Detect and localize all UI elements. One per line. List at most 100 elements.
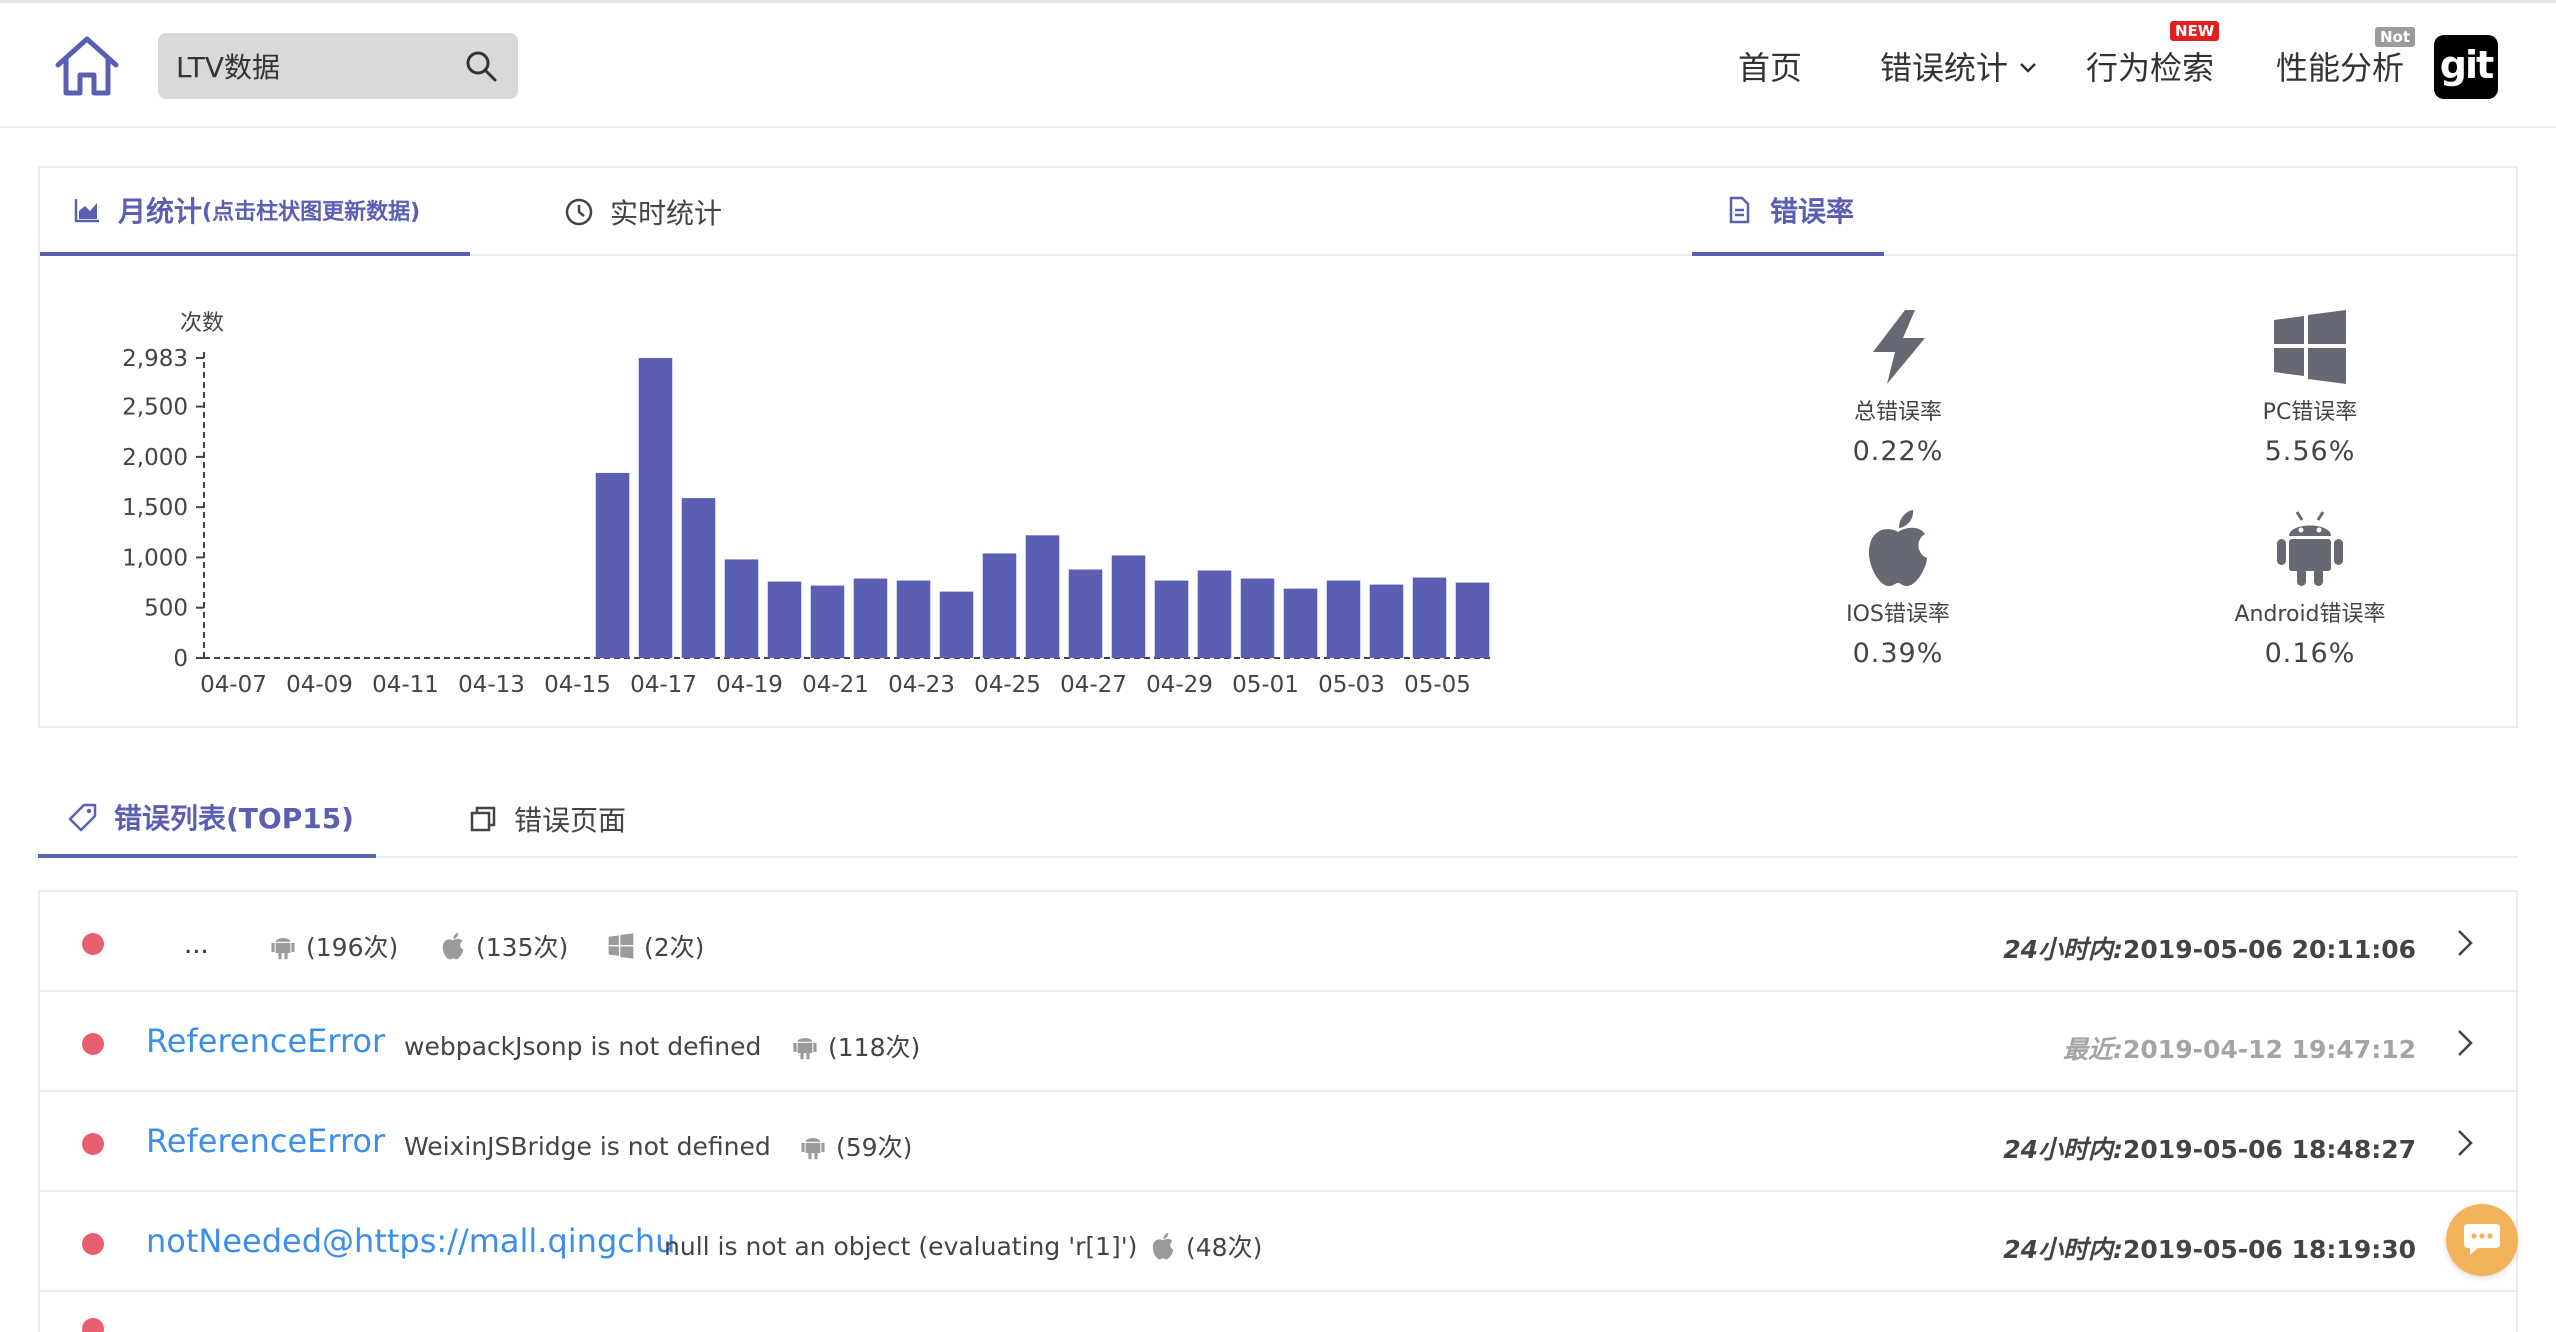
- rate-pc: PC错误率 5.56%: [2160, 308, 2460, 467]
- chart-bar[interactable]: [1283, 588, 1318, 658]
- platform-count-ios: (135次): [440, 928, 568, 964]
- error-row[interactable]: ReferenceError WeixinJSBridge is not def…: [40, 1092, 2516, 1192]
- rate-ios: IOS错误率 0.39%: [1748, 508, 2048, 669]
- time-prefix: 24小时内:: [2003, 1135, 2124, 1164]
- windows-icon: [2274, 310, 2346, 384]
- git-logo[interactable]: git: [2434, 35, 2498, 99]
- chart-bar[interactable]: [1326, 580, 1361, 658]
- x-tick-label: 04-07: [200, 672, 267, 698]
- search-icon[interactable]: [464, 49, 498, 83]
- y-tick-label: 2,983: [122, 346, 188, 372]
- tag-icon: [68, 803, 97, 832]
- chart-bar[interactable]: [810, 585, 845, 658]
- error-list: ... (196次) (135次) (2次) 24小时内:2019-05-06 …: [38, 890, 2518, 1332]
- time-prefix: 24小时内:: [2003, 935, 2124, 964]
- x-tick-label: 05-03: [1318, 672, 1385, 698]
- y-tick-label: 2,500: [122, 395, 188, 421]
- error-type-link[interactable]: notNeeded@https://mall.qingchu: [146, 1222, 675, 1260]
- chart-bar[interactable]: [1111, 555, 1146, 658]
- rate-value: 0.16%: [2264, 638, 2356, 669]
- error-row[interactable]: notNeeded@https://mall.qingchu null is n…: [40, 1192, 2516, 1292]
- chart-bar[interactable]: [853, 578, 888, 658]
- error-row[interactable]: ... (196次) (135次) (2次) 24小时内:2019-05-06 …: [40, 892, 2516, 992]
- tab-error-list-label: 错误列表(TOP15): [114, 802, 354, 835]
- chevron-right-icon[interactable]: [2454, 928, 2476, 958]
- nav-behavior-search[interactable]: 行为检索: [2086, 43, 2214, 89]
- rate-total: 总错误率 0.22%: [1748, 308, 2048, 467]
- monthly-bar-chart: 次数 2,983 2,500 2,000 1,500 1,000 500 0 04-07 04-0…: [122, 311, 1494, 698]
- rate-value: 0.22%: [1852, 436, 1944, 467]
- stats-panel: 月统计 (点击柱状图更新数据) 实时统计 错误率 次数 2,983 2,500 2,00…: [38, 166, 2518, 728]
- error-row-partial[interactable]: [40, 1292, 2516, 1332]
- area-chart-icon: [74, 199, 99, 223]
- rate-label: Android错误率: [2234, 602, 2386, 627]
- tab-error-pages-label: 错误页面: [514, 804, 627, 837]
- chart-bar[interactable]: [1412, 577, 1447, 658]
- nav-error-stats[interactable]: 错误统计: [1880, 43, 2008, 89]
- home-icon[interactable]: [52, 33, 122, 99]
- error-type-link[interactable]: ReferenceError: [146, 1022, 385, 1060]
- chart-bar[interactable]: [1455, 582, 1490, 658]
- error-type-link[interactable]: ReferenceError: [146, 1122, 385, 1160]
- top-header: 首页 错误统计 行为检索 NEW 性能分析 Not git: [0, 0, 2556, 128]
- chart-bar[interactable]: [1240, 578, 1275, 658]
- chart-bar[interactable]: [681, 498, 716, 658]
- platform-count: (118次): [828, 1033, 921, 1062]
- chart-bar[interactable]: [982, 553, 1017, 658]
- error-message: null is not an object (evaluating 'r[1]'…: [664, 1232, 1138, 1261]
- search-input[interactable]: [176, 33, 446, 99]
- clock-icon: [565, 198, 593, 226]
- error-time: 24小时内:2019-05-06 18:48:27: [2003, 1130, 2416, 1166]
- platform-count: (196次): [306, 933, 399, 962]
- error-time: 24小时内:2019-05-06 18:19:30: [2003, 1230, 2416, 1266]
- tab-error-list[interactable]: 错误列表(TOP15): [38, 780, 376, 858]
- x-tick-label: 04-21: [802, 672, 869, 698]
- chevron-right-icon[interactable]: [2454, 1128, 2476, 1158]
- x-tick-label: 04-29: [1146, 672, 1213, 698]
- android-icon: [2277, 511, 2343, 586]
- error-row[interactable]: ReferenceError webpackJsonp is not defin…: [40, 992, 2516, 1092]
- tab-monthly-sublabel: (点击柱状图更新数据): [202, 200, 421, 225]
- y-tick-label: 0: [173, 646, 188, 672]
- tab-realtime-label: 实时统计: [610, 197, 723, 230]
- nav-performance[interactable]: 性能分析: [2276, 43, 2404, 89]
- chart-bar[interactable]: [724, 559, 759, 658]
- x-tick-label: 04-25: [974, 672, 1041, 698]
- tab-error-rate-label: 错误率: [1770, 195, 1855, 228]
- x-tick-label: 04-09: [286, 672, 353, 698]
- platform-count-android: (196次): [270, 928, 398, 964]
- chart-bar[interactable]: [1154, 580, 1189, 658]
- tab-realtime-stats[interactable]: 实时统计: [564, 168, 722, 256]
- tab-error-pages[interactable]: 错误页面: [468, 780, 626, 858]
- chart-bar[interactable]: [1197, 570, 1232, 658]
- time-prefix: 24小时内:: [2003, 1235, 2124, 1264]
- x-tick-label: 04-17: [630, 672, 697, 698]
- apple-icon: [442, 932, 464, 960]
- chart-bar[interactable]: [595, 472, 630, 658]
- tab-monthly-stats[interactable]: 月统计 (点击柱状图更新数据): [40, 168, 470, 256]
- rate-label: IOS错误率: [1846, 602, 1950, 627]
- error-message: webpackJsonp is not defined: [404, 1032, 762, 1061]
- y-axis-label: 次数: [180, 311, 224, 336]
- chart-bar[interactable]: [638, 358, 673, 658]
- rate-android: Android错误率 0.16%: [2160, 508, 2460, 669]
- chart-bar[interactable]: [939, 591, 974, 658]
- chevron-down-icon[interactable]: [2018, 61, 2038, 75]
- search-box: [158, 33, 518, 99]
- chevron-right-icon[interactable]: [2454, 1028, 2476, 1058]
- chart-bar[interactable]: [1068, 569, 1103, 658]
- chat-button[interactable]: [2446, 1204, 2518, 1276]
- chart-bar[interactable]: [896, 580, 931, 658]
- nav-home[interactable]: 首页: [1738, 43, 1802, 89]
- x-tick-label: 04-23: [888, 672, 955, 698]
- error-status-dot: [82, 933, 104, 955]
- tab-error-rate[interactable]: 错误率: [1692, 168, 1884, 256]
- error-time: 最近:2019-04-12 19:47:12: [2063, 1030, 2416, 1066]
- chart-bar[interactable]: [1369, 584, 1404, 658]
- time-value: 2019-05-06 18:19:30: [2123, 1235, 2416, 1264]
- time-value: 2019-05-06 20:11:06: [2123, 935, 2416, 964]
- chart-bar[interactable]: [1025, 535, 1060, 658]
- pages-icon: [470, 806, 496, 832]
- platform-count-windows: (2次): [608, 928, 704, 964]
- chart-bar[interactable]: [767, 581, 802, 658]
